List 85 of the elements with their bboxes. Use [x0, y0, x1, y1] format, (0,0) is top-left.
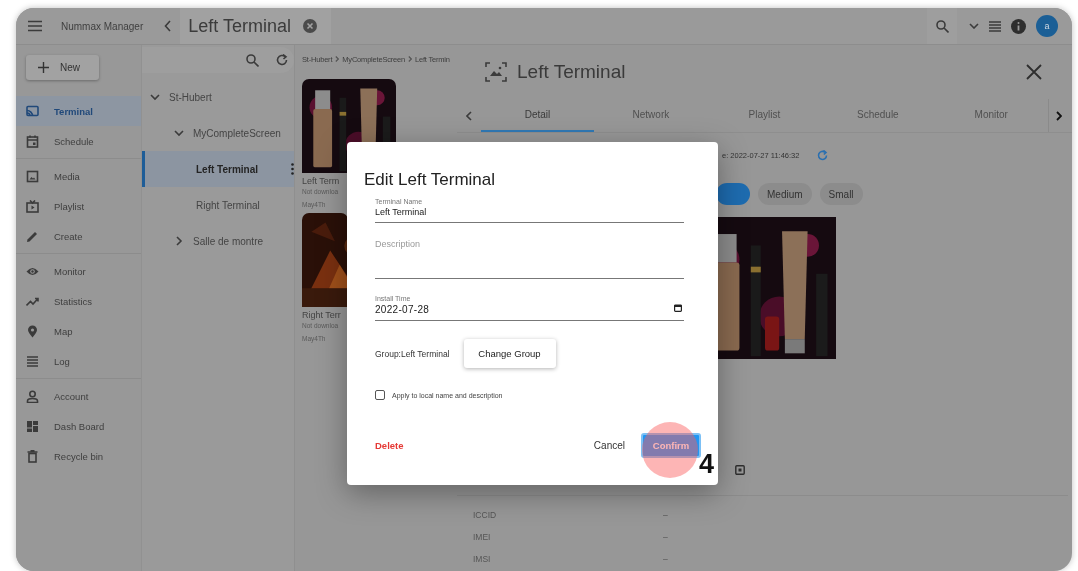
chevron-down-icon[interactable] [969, 23, 979, 29]
avatar[interactable]: a [1036, 15, 1058, 37]
chevron-icon [174, 236, 184, 246]
search-icon [935, 19, 949, 33]
size-chip[interactable] [716, 183, 750, 205]
list-icon[interactable] [989, 20, 1001, 32]
sidebar-item[interactable]: Map [16, 316, 141, 346]
card-title: Right Terr [302, 310, 341, 320]
close-icon[interactable] [303, 19, 317, 33]
tree-item[interactable]: Salle de montre [142, 223, 294, 259]
cast-icon [26, 104, 39, 118]
info-label: IMSI [473, 554, 492, 564]
chevron-icon [335, 56, 340, 62]
sidebar-item[interactable]: Recycle bin [16, 441, 141, 471]
dashboard-icon [26, 419, 39, 433]
tab[interactable]: Detail [480, 99, 595, 132]
sidebar-item[interactable]: Playlist [16, 191, 141, 221]
new-button[interactable]: New [26, 55, 99, 80]
chevron-icon [407, 56, 412, 62]
calendar-icon[interactable] [674, 304, 682, 312]
tab[interactable]: Playlist [707, 99, 822, 132]
highlight-circle [642, 422, 698, 478]
search-field[interactable] [142, 47, 294, 73]
info-icon[interactable] [1011, 18, 1026, 34]
refresh-icon[interactable] [276, 54, 288, 66]
change-group-button[interactable]: Change Group [463, 339, 556, 368]
cancel-button[interactable]: Cancel [593, 440, 625, 451]
picture-frame-icon [485, 62, 507, 82]
confirm-button[interactable]: Confirm [641, 433, 701, 458]
install-time-field[interactable]: 2022-07-28 [375, 304, 684, 321]
search-icon [246, 53, 259, 67]
panel-title: Left Terminal [517, 61, 626, 83]
image-icon [26, 169, 39, 183]
tab[interactable]: Network [594, 99, 708, 132]
pencil-icon [26, 229, 39, 243]
terminal-name-field[interactable]: Left Terminal [375, 207, 684, 223]
chevron-icon [174, 128, 184, 138]
sidebar-item[interactable]: Media [16, 161, 141, 191]
tree-item[interactable]: Right Terminal [142, 187, 294, 223]
delete-button[interactable]: Delete [375, 440, 404, 451]
pin-icon [26, 324, 39, 338]
sidebar-item[interactable]: Dash Board [16, 411, 141, 441]
trash-icon [26, 449, 39, 463]
lines-icon [26, 354, 39, 368]
menu-icon[interactable] [28, 20, 42, 32]
calendar-icon [26, 134, 39, 148]
tab-title: Left Terminal [188, 15, 291, 37]
screenshot-icon[interactable] [735, 465, 745, 475]
search-button[interactable] [927, 8, 957, 44]
sidebar-item[interactable]: Statistics [16, 286, 141, 316]
card-title: Left Term [302, 176, 340, 186]
person-icon [26, 389, 39, 403]
checkbox[interactable] [375, 390, 385, 400]
group-label: Group:Left Terminal [375, 348, 450, 359]
tree-item[interactable]: Left Terminal [142, 151, 294, 187]
title-tab[interactable]: Left Terminal [180, 8, 331, 44]
chevron-icon [150, 92, 160, 102]
step-number: 4 [699, 451, 715, 478]
sidebar-item[interactable]: Schedule [16, 126, 141, 156]
description-field[interactable]: Description [375, 223, 684, 279]
plus-icon [38, 62, 49, 73]
dialog-title: Edit Left Terminal [364, 170, 497, 190]
info-label: ICCID [473, 510, 498, 520]
tab[interactable]: Schedule [821, 99, 935, 132]
sidebar-item[interactable]: Monitor [16, 256, 141, 286]
more-icon[interactable] [291, 163, 294, 175]
sidebar-item[interactable]: Terminal [16, 96, 141, 126]
sidebar-item[interactable]: Create [16, 221, 141, 251]
info-value: – [663, 554, 668, 564]
sidebar-item[interactable]: Account [16, 381, 141, 411]
info-value: – [663, 510, 668, 520]
tab[interactable]: Monitor [934, 99, 1048, 132]
tree-item[interactable]: St-Hubert [142, 79, 294, 115]
close-icon[interactable] [1026, 64, 1042, 80]
sidebar-item[interactable]: Log [16, 346, 141, 376]
tv-icon [26, 199, 39, 213]
chevron-left-icon [465, 110, 472, 121]
tree-item[interactable]: MyCompleteScreen [142, 115, 294, 151]
info-label: IMEI [473, 532, 492, 542]
size-chip[interactable]: Small [819, 183, 863, 205]
back-icon[interactable] [164, 20, 173, 32]
size-chip[interactable]: Medium [758, 183, 812, 205]
app-name: Nummax Manager [61, 20, 144, 32]
chevron-right-icon [1055, 110, 1062, 121]
info-value: – [663, 532, 668, 542]
